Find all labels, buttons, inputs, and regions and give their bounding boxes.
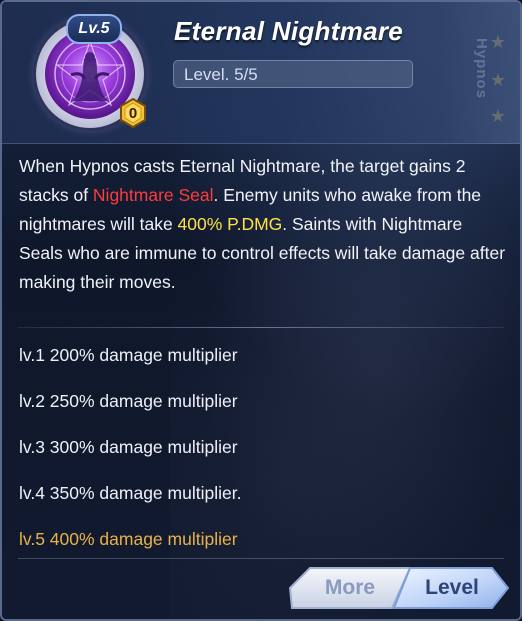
background-vertical-text: Hypnos — [473, 38, 490, 100]
level-list: lv.1 200% damage multiplier lv.2 250% da… — [19, 342, 499, 572]
description-highlight-yellow: 400% P.DMG — [177, 214, 283, 234]
skill-icon[interactable]: Lv.5 0 — [36, 14, 148, 132]
level-row-2: lv.2 250% damage multiplier — [19, 391, 238, 411]
section-divider — [18, 327, 504, 328]
skill-name: Eternal Nightmare — [174, 16, 404, 46]
star-count: 0 — [128, 105, 138, 122]
level-row-3: lv.3 300% damage multiplier — [19, 437, 238, 457]
footer-divider — [18, 558, 504, 559]
star-badge: 0 — [118, 97, 148, 129]
level-row-1: lv.1 200% damage multiplier — [19, 345, 238, 365]
button-group: More Level — [288, 565, 510, 611]
skill-header: Hypnos ★ ★ ★ Lv.5 0 Eternal Nightmare Le… — [2, 2, 520, 144]
description-highlight-red: Nightmare Seal — [92, 185, 214, 205]
more-button-label: More — [324, 576, 376, 599]
decor-star-icon: ★ — [489, 32, 506, 52]
skill-level-field: Level. 5/5 — [173, 60, 413, 88]
skill-detail-panel: Hypnos ★ ★ ★ Lv.5 0 Eternal Nightmare Le… — [0, 0, 522, 621]
level-row-4: lv.4 350% damage multiplier. — [19, 483, 242, 503]
header-divider — [2, 143, 520, 144]
skill-level-badge: Lv.5 — [66, 14, 122, 44]
level-button-label: Level — [425, 576, 479, 599]
skill-description: When Hypnos casts Eternal Nightmare, the… — [19, 152, 509, 297]
decor-star-icon: ★ — [489, 106, 506, 126]
level-button[interactable]: Level — [392, 565, 510, 611]
decor-star-icon: ★ — [489, 70, 506, 90]
